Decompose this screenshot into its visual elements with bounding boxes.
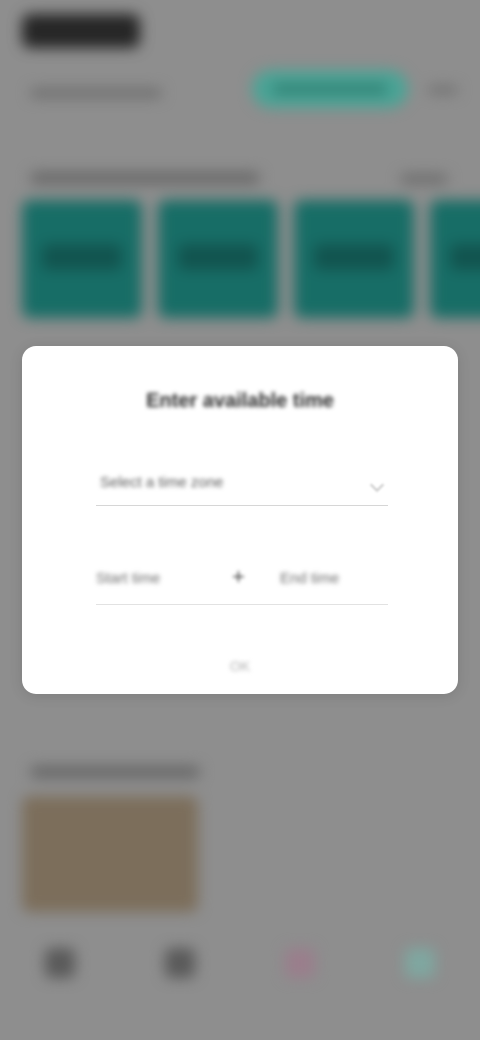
heart-icon[interactable] — [285, 948, 315, 978]
dialog-title: Enter available time — [146, 390, 334, 412]
chevron-down-icon — [369, 477, 385, 493]
home-icon[interactable] — [45, 948, 75, 978]
lower-thumbnail[interactable] — [22, 796, 198, 912]
app-logo — [22, 14, 140, 48]
end-time-field[interactable]: End time — [280, 570, 339, 587]
dialog-divider — [96, 604, 388, 605]
start-time-field[interactable]: Start time — [96, 570, 160, 587]
chat-icon[interactable] — [165, 948, 195, 978]
time-zone-value: Select a time zone — [100, 474, 224, 491]
header-link[interactable] — [428, 86, 458, 94]
section-title — [30, 172, 260, 184]
tile-row — [22, 200, 480, 318]
app-screen: Enter available time Select a time zone … — [0, 0, 480, 1040]
confirm-button[interactable]: OK — [22, 658, 458, 674]
tile-1[interactable] — [22, 200, 142, 318]
time-separator: + — [232, 564, 245, 589]
available-time-dialog: Enter available time Select a time zone … — [22, 346, 458, 694]
bottom-nav — [0, 924, 480, 1040]
tile-2[interactable] — [158, 200, 278, 318]
time-zone-select[interactable]: Select a time zone — [96, 466, 388, 506]
header-pill-button[interactable] — [252, 70, 408, 108]
lower-section-title — [30, 766, 200, 778]
tile-4[interactable] — [430, 200, 480, 318]
tile-3[interactable] — [294, 200, 414, 318]
header-subtitle — [30, 88, 162, 98]
time-range-row: Start time + End time — [92, 564, 392, 604]
pill-label — [272, 84, 388, 94]
see-all-link[interactable] — [400, 174, 448, 184]
profile-icon[interactable] — [405, 948, 435, 978]
